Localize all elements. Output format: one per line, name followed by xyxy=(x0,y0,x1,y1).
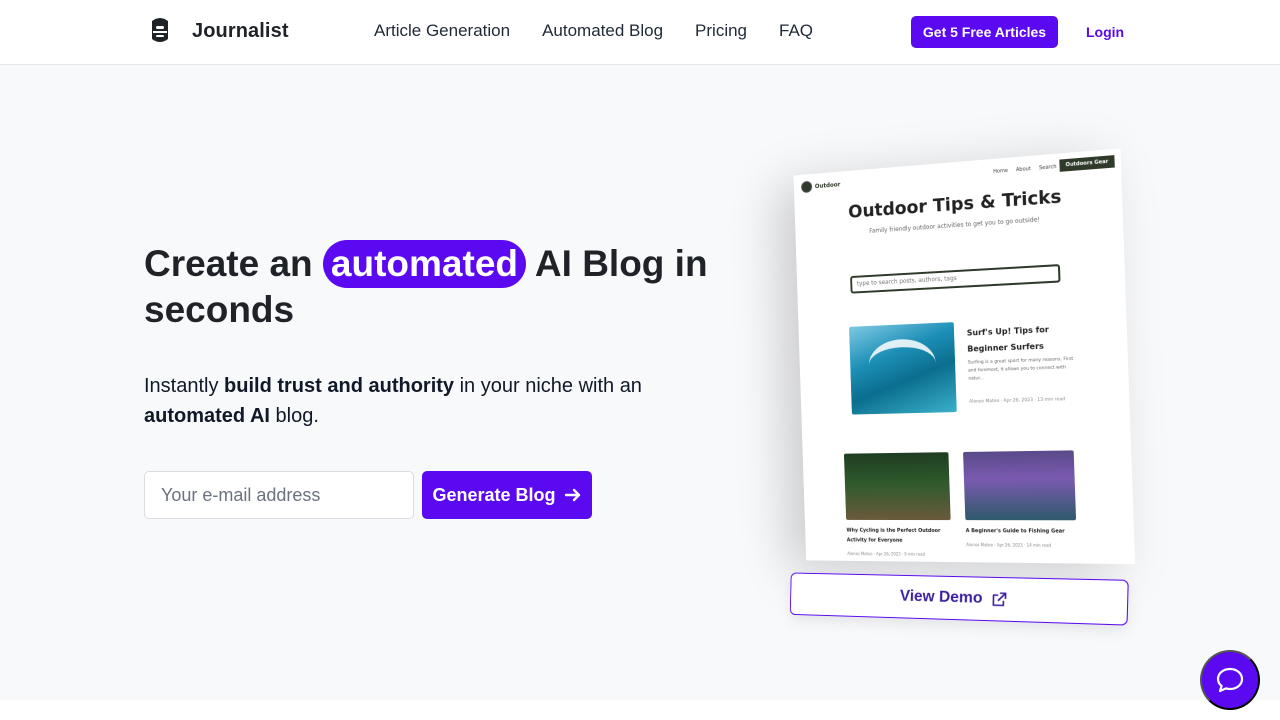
hero-sub-text-2: in your niche with an xyxy=(459,375,642,397)
get-free-articles-button[interactable]: Get 5 Free Articles xyxy=(911,16,1058,48)
generate-blog-button[interactable]: Generate Blog xyxy=(422,471,592,519)
arrow-right-icon xyxy=(564,488,580,502)
wave-shape xyxy=(868,337,937,390)
cycling-image xyxy=(843,452,951,521)
nav-pricing[interactable]: Pricing xyxy=(695,21,747,41)
email-input[interactable] xyxy=(144,471,414,519)
generate-blog-label: Generate Blog xyxy=(432,484,556,505)
view-demo-label: View Demo xyxy=(899,587,983,607)
logo-icon xyxy=(152,18,168,42)
preview-nav-search: Search xyxy=(1038,163,1057,172)
hero-title: Create an automated AI Blog in seconds xyxy=(144,240,744,332)
fishing-image xyxy=(963,450,1077,521)
chat-icon xyxy=(1216,667,1244,693)
nav-article-generation[interactable]: Article Generation xyxy=(374,21,510,41)
post3-meta: Alonso Mateo · Apr 26, 2023 · 14 min rea… xyxy=(966,542,1052,548)
post1-title: Surf's Up! Tips for Beginner Surfers xyxy=(966,325,1049,354)
hero-sub-text-3: blog. xyxy=(275,405,319,427)
post2-meta: Alonso Mateo · Apr 26, 2023 · 9 min read xyxy=(847,551,926,557)
preview-gear-button: Outdoors Gear xyxy=(1059,155,1115,172)
nav-faq[interactable]: FAQ xyxy=(779,21,813,41)
surf-image xyxy=(849,322,957,415)
hero-title-start: Create an xyxy=(144,243,313,284)
hero-sub-bold-1: build trust and authority xyxy=(224,375,455,397)
preview-nav: Home About Search xyxy=(993,164,1057,175)
blog-preview: Outdoor Home About Search Outdoors Gear … xyxy=(780,148,1145,626)
chat-button[interactable] xyxy=(1200,650,1260,710)
nav-links: Article Generation Automated Blog Pricin… xyxy=(374,21,813,41)
post2-title: Why Cycling is the Perfect Outdoor Activ… xyxy=(846,527,941,544)
next-section xyxy=(0,700,1280,720)
hero-subtitle: Instantly build trust and authority in y… xyxy=(144,371,704,431)
post1-meta: Alonso Mateo · Apr 26, 2023 · 13 min rea… xyxy=(969,397,1066,405)
external-link-icon xyxy=(992,592,1006,607)
hero-sub-text-1: Instantly xyxy=(144,375,219,397)
hero-title-highlight: automated xyxy=(322,240,526,288)
preview-logo-icon xyxy=(800,180,813,194)
login-link[interactable]: Login xyxy=(1086,24,1124,40)
hero-sub-bold-2: automated AI xyxy=(144,405,270,427)
logo[interactable]: Journalist xyxy=(148,17,289,45)
nav-automated-blog[interactable]: Automated Blog xyxy=(542,21,663,41)
preview-nav-about: About xyxy=(1015,165,1031,174)
preview-nav-home: Home xyxy=(993,167,1009,176)
top-nav: Journalist Article Generation Automated … xyxy=(0,0,1280,65)
brand-name: Journalist xyxy=(192,19,289,42)
view-demo-button[interactable]: View Demo xyxy=(789,572,1129,626)
preview-card: Outdoor Home About Search Outdoors Gear … xyxy=(793,148,1136,565)
preview-site-name: Outdoor xyxy=(814,180,841,190)
preview-search: type to search posts, authors, tags xyxy=(850,264,1061,294)
post1-excerpt: Surfing is a great sport for many reason… xyxy=(967,356,1074,382)
post3-title: A Beginner's Guide to Fishing Gear xyxy=(965,528,1065,535)
